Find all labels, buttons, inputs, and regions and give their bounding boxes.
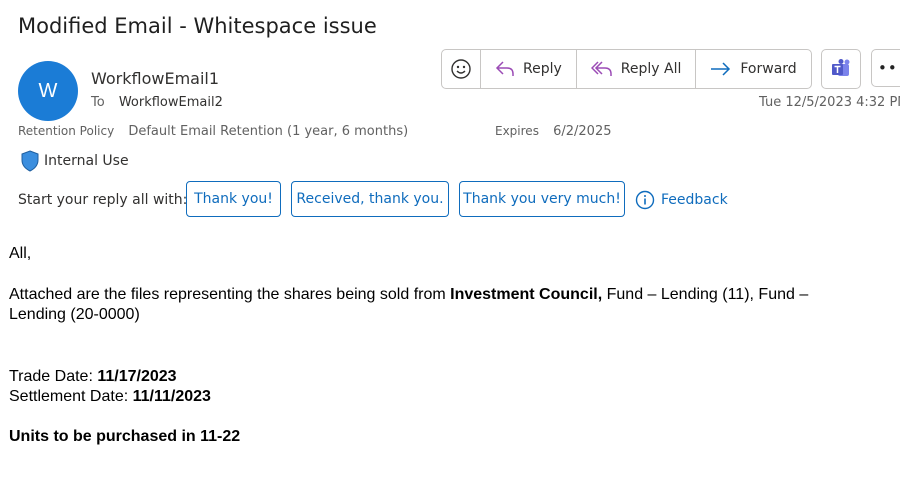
company-name: Investment Council, (450, 286, 603, 303)
body-paragraph: Attached are the files representing the … (9, 285, 859, 325)
sender-name[interactable]: WorkflowEmail1 (91, 69, 219, 88)
reply-label: Reply (523, 61, 562, 77)
suggested-reply-chip[interactable]: Thank you very much! (459, 181, 625, 217)
shield-icon (21, 150, 39, 172)
more-options-button[interactable]: ••• (871, 49, 900, 87)
trade-date-label: Trade Date: (9, 368, 98, 385)
forward-icon (711, 62, 731, 76)
retention-value: Default Email Retention (1 year, 6 month… (128, 124, 409, 139)
settlement-date-value: 11/11/2023 (132, 388, 211, 405)
expiry: Expires 6/2/2025 (495, 124, 611, 139)
teams-button[interactable] (821, 49, 861, 89)
trade-date-value: 11/17/2023 (97, 368, 177, 385)
reply-all-label: Reply All (620, 61, 682, 77)
to-label: To (91, 95, 105, 110)
email-subject: Modified Email - Whitespace issue (18, 14, 377, 38)
sent-date: Tue 12/5/2023 4:32 PM (759, 95, 900, 110)
action-toolbar: Reply Reply All Forward (441, 49, 812, 89)
reply-all-button[interactable]: Reply All (577, 50, 697, 88)
retention-policy[interactable]: Retention Policy Default Email Retention… (18, 124, 408, 139)
feedback-link[interactable]: Feedback (635, 190, 728, 210)
settlement-date-label: Settlement Date: (9, 388, 133, 405)
suggested-reply-chip[interactable]: Thank you! (186, 181, 281, 217)
greeting: All, (9, 245, 32, 262)
recipient-line: To WorkflowEmail2 (91, 95, 223, 110)
teams-icon (832, 59, 850, 76)
suggested-replies-label: Start your reply all with: (18, 192, 188, 208)
feedback-label: Feedback (661, 192, 728, 208)
reply-icon (495, 61, 514, 76)
avatar[interactable]: W (18, 61, 78, 121)
suggested-reply-chip[interactable]: Received, thank you. (291, 181, 449, 217)
info-icon (635, 190, 655, 210)
avatar-initial: W (38, 79, 58, 102)
emoji-icon (451, 59, 471, 79)
units-line: Units to be purchased in 11-22 (9, 427, 240, 447)
sensitivity-text: Internal Use (44, 153, 129, 169)
more-icon: ••• (878, 59, 900, 77)
forward-label: Forward (740, 61, 797, 77)
trade-date-line: Trade Date: 11/17/2023 (9, 367, 177, 387)
forward-button[interactable]: Forward (696, 50, 810, 88)
reply-all-icon (590, 61, 612, 76)
units-text: Units to be purchased in 11-22 (9, 428, 241, 445)
reaction-button[interactable] (442, 50, 481, 88)
expires-value: 6/2/2025 (553, 124, 612, 139)
sensitivity-label[interactable]: Internal Use (20, 150, 129, 172)
settlement-date-line: Settlement Date: 11/11/2023 (9, 387, 211, 407)
reply-button[interactable]: Reply (481, 50, 577, 88)
paragraph-text: Attached are the files representing the … (9, 286, 451, 303)
retention-label: Retention Policy (18, 124, 115, 138)
expires-label: Expires (495, 124, 539, 138)
recipient-name[interactable]: WorkflowEmail2 (119, 95, 223, 110)
